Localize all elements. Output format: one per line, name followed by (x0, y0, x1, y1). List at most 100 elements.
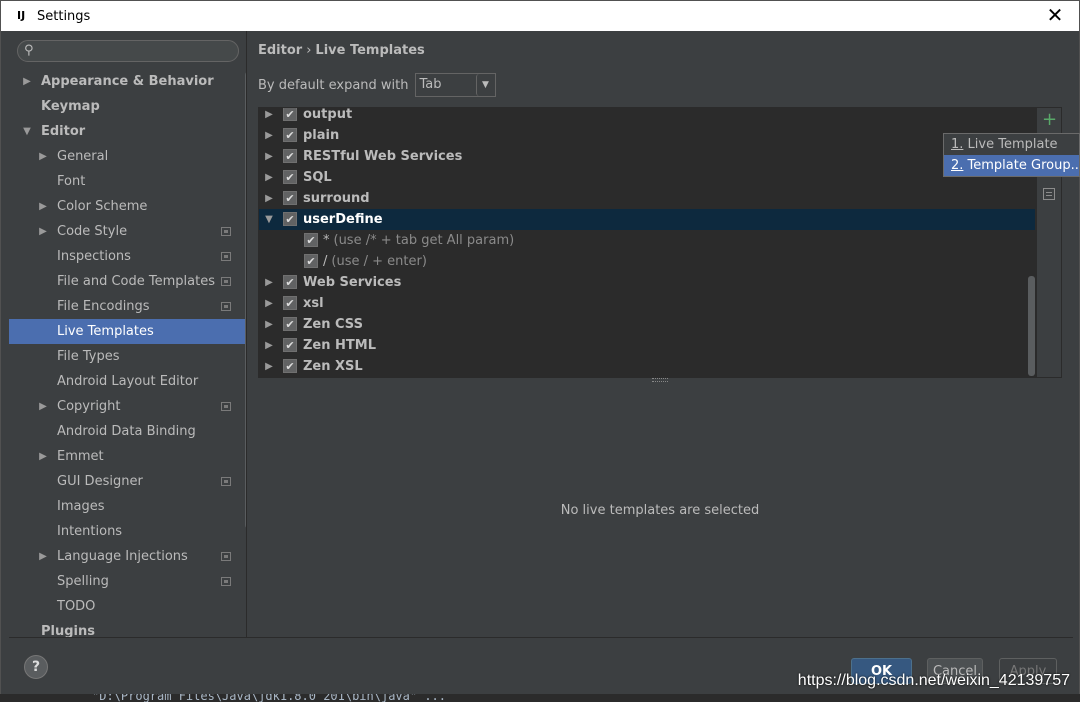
splitter-handle[interactable] (652, 378, 668, 382)
template-group[interactable]: ▶ ✔ xsl (259, 293, 1035, 314)
chevron-right-icon[interactable]: ▶ (37, 444, 49, 469)
sidebar-item-general[interactable]: ▶ General (9, 144, 246, 169)
chevron-right-icon[interactable]: ▶ (37, 194, 49, 219)
sidebar-item-file-types[interactable]: File Types (9, 344, 246, 369)
templates-scrollbar[interactable] (1028, 276, 1035, 376)
sidebar-item-label: Color Scheme (57, 199, 148, 214)
template-group-name: xsl (303, 296, 324, 311)
sidebar-item-images[interactable]: Images (9, 494, 246, 519)
template-group[interactable]: ▼ ✔ userDefine (259, 209, 1035, 230)
sidebar-item-appearance-behavior[interactable]: ▶ Appearance & Behavior (9, 69, 246, 94)
template-group[interactable]: ▶ ✔ plain (259, 125, 1035, 146)
sidebar-item-label: File and Code Templates (57, 274, 215, 289)
menu-item-label: Template Group... (963, 158, 1080, 173)
help-icon[interactable]: ? (24, 655, 48, 679)
chevron-right-icon[interactable]: ▶ (264, 108, 274, 125)
breadcrumb-parent[interactable]: Editor (258, 43, 302, 58)
expand-with-value: Tab (419, 77, 442, 92)
chevron-right-icon[interactable]: ▶ (264, 272, 274, 293)
template-group-name: userDefine (303, 212, 383, 227)
chevron-right-icon[interactable]: ▶ (37, 144, 49, 169)
sidebar-item-label: Emmet (57, 449, 104, 464)
template-group[interactable]: ▶ ✔ surround (259, 188, 1035, 209)
close-icon[interactable]: ✕ (1045, 5, 1065, 25)
template-group[interactable]: ▶ ✔ Zen XSL (259, 356, 1035, 377)
template-abbreviation-text: * (323, 233, 330, 248)
menu-item-live-template[interactable]: 1. Live Template (944, 134, 1079, 155)
chevron-right-icon[interactable]: ▶ (264, 146, 274, 167)
expand-with-select[interactable]: Tab ▼ (414, 73, 496, 97)
sidebar-item-emmet[interactable]: ▶ Emmet (9, 444, 246, 469)
sidebar-item-todo[interactable]: TODO (9, 594, 246, 619)
chevron-down-icon[interactable]: ▼ (475, 74, 495, 96)
copy-icon[interactable] (1043, 188, 1055, 200)
add-icon[interactable]: + (1042, 110, 1057, 130)
checkbox[interactable]: ✔ (283, 149, 297, 163)
sidebar-item-language-injections[interactable]: ▶ Language Injections (9, 544, 246, 569)
checkbox[interactable]: ✔ (283, 275, 297, 289)
template-group[interactable]: ▶ ✔ RESTful Web Services (259, 146, 1035, 167)
checkbox[interactable]: ✔ (283, 296, 297, 310)
sidebar-item-plugins[interactable]: Plugins (9, 619, 246, 637)
template-group[interactable]: ▶ ✔ Zen CSS (259, 314, 1035, 335)
empty-state-message: No live templates are selected (560, 503, 760, 518)
chevron-down-icon[interactable]: ▼ (264, 209, 274, 230)
chevron-right-icon[interactable]: ▶ (37, 219, 49, 244)
template-item[interactable]: ✔ / (use / + enter) (259, 251, 1035, 272)
template-group[interactable]: ▶ ✔ SQL (259, 167, 1035, 188)
sidebar-item-font[interactable]: Font (9, 169, 246, 194)
sidebar-item-label: Copyright (57, 399, 121, 414)
chevron-right-icon[interactable]: ▶ (264, 188, 274, 209)
checkbox[interactable]: ✔ (283, 212, 297, 226)
chevron-right-icon[interactable]: ▶ (37, 394, 49, 419)
template-description: (use /* + tab get All param) (333, 233, 515, 248)
expand-with-row: By default expand with Tab ▼ (258, 73, 496, 97)
checkbox[interactable]: ✔ (304, 233, 318, 247)
template-group-name: Web Services (303, 275, 402, 290)
menu-item-template-group[interactable]: 2. Template Group... (944, 155, 1080, 176)
template-group-name: Zen XSL (303, 359, 363, 374)
checkbox[interactable]: ✔ (283, 128, 297, 142)
breadcrumb-current: Live Templates (315, 43, 425, 58)
template-item[interactable]: ✔ * (use /* + tab get All param) (259, 230, 1035, 251)
live-templates-panel: Editor › Live Templates By default expand … (247, 31, 1080, 637)
search-input[interactable]: ⚲ (17, 40, 239, 62)
checkbox[interactable]: ✔ (304, 254, 318, 268)
sidebar-item-keymap[interactable]: Keymap (9, 94, 246, 119)
chevron-right-icon[interactable]: ▶ (264, 314, 274, 335)
chevron-right-icon[interactable]: ▶ (264, 167, 274, 188)
chevron-right-icon[interactable]: ▶ (264, 125, 274, 146)
sidebar-item-gui-designer[interactable]: GUI Designer (9, 469, 246, 494)
checkbox[interactable]: ✔ (283, 317, 297, 331)
sidebar-item-color-scheme[interactable]: ▶ Color Scheme (9, 194, 246, 219)
template-group[interactable]: ▶ ✔ Web Services (259, 272, 1035, 293)
checkbox[interactable]: ✔ (283, 359, 297, 373)
search-icon: ⚲ (24, 43, 34, 58)
chevron-down-icon[interactable]: ▼ (21, 119, 33, 144)
chevron-right-icon[interactable]: ▶ (264, 293, 274, 314)
sidebar-item-file-encodings[interactable]: File Encodings (9, 294, 246, 319)
chevron-right-icon[interactable]: ▶ (37, 544, 49, 569)
template-group[interactable]: ▶ ✔ output (259, 108, 1035, 125)
chevron-right-icon[interactable]: ▶ (264, 356, 274, 377)
chevron-right-icon[interactable]: ▶ (21, 69, 33, 94)
checkbox[interactable]: ✔ (283, 338, 297, 352)
sidebar-item-android-data-binding[interactable]: Android Data Binding (9, 419, 246, 444)
sidebar-item-inspections[interactable]: Inspections (9, 244, 246, 269)
checkbox[interactable]: ✔ (283, 191, 297, 205)
chevron-right-icon[interactable]: ▶ (264, 335, 274, 356)
sidebar-item-android-layout-editor[interactable]: Android Layout Editor (9, 369, 246, 394)
checkbox[interactable]: ✔ (283, 170, 297, 184)
template-group[interactable]: ▶ ✔ Zen HTML (259, 335, 1035, 356)
sidebar-item-code-style[interactable]: ▶ Code Style (9, 219, 246, 244)
sidebar-item-live-templates[interactable]: Live Templates (9, 319, 246, 344)
menu-item-label: Live Template (963, 137, 1058, 152)
template-group-name: Zen HTML (303, 338, 376, 353)
sidebar-item-label: Inspections (57, 249, 131, 264)
sidebar-item-intentions[interactable]: Intentions (9, 519, 246, 544)
checkbox[interactable]: ✔ (283, 108, 297, 121)
sidebar-item-copyright[interactable]: ▶ Copyright (9, 394, 246, 419)
sidebar-item-spelling[interactable]: Spelling (9, 569, 246, 594)
sidebar-item-file-and-code-templates[interactable]: File and Code Templates (9, 269, 246, 294)
sidebar-item-editor[interactable]: ▼ Editor (9, 119, 246, 144)
